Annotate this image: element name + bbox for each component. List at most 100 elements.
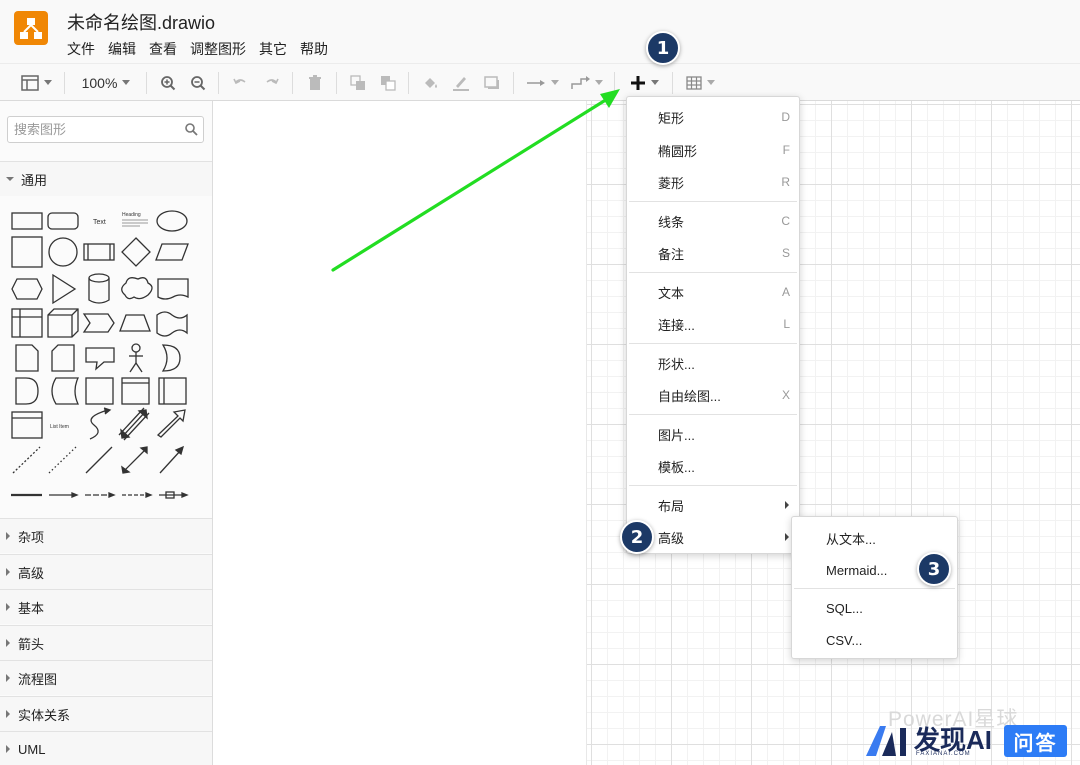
delete-button[interactable]: [305, 64, 325, 101]
canvas-page-area[interactable]: [214, 101, 586, 765]
menu-item-shapes[interactable]: 形状...: [627, 348, 799, 378]
menu-item-line[interactable]: 线条 C: [627, 206, 799, 236]
redo-button[interactable]: [262, 64, 282, 101]
step-shape[interactable]: [82, 313, 115, 333]
section-general[interactable]: 通用: [0, 161, 212, 196]
diamond-shape[interactable]: [121, 237, 151, 267]
waypoints-button[interactable]: [568, 64, 604, 101]
bidirectional-arrow-shape[interactable]: [118, 407, 150, 441]
swimlane-shape[interactable]: [158, 377, 187, 405]
search-input[interactable]: [8, 117, 178, 142]
rectangle-shape[interactable]: [11, 212, 43, 230]
section-uml[interactable]: UML: [0, 731, 212, 765]
parallelogram-shape[interactable]: [155, 243, 189, 261]
view-format-button[interactable]: [18, 64, 54, 101]
section-label: 杂项: [18, 529, 45, 545]
line-shape[interactable]: [85, 446, 113, 474]
zoom-in-button[interactable]: [158, 64, 178, 101]
labeled-arrow-shape[interactable]: [85, 492, 116, 498]
menu-item-freehand[interactable]: 自由绘图... X: [627, 380, 799, 410]
file-title[interactable]: 未命名绘图.drawio: [67, 9, 215, 35]
menu-item-ellipse[interactable]: 椭圆形 F: [627, 135, 799, 165]
line-color-button[interactable]: [451, 64, 471, 101]
curve-shape[interactable]: [89, 407, 112, 440]
fill-color-button[interactable]: [421, 64, 441, 101]
relation-arrow-shape[interactable]: [159, 491, 189, 499]
section-basic[interactable]: 基本: [0, 589, 212, 624]
to-front-button[interactable]: [348, 64, 368, 101]
menu-item-rhombus[interactable]: 菱形 R: [627, 167, 799, 197]
heading-textbox-shape[interactable]: Heading: [122, 212, 148, 227]
zoom-out-icon: [190, 75, 206, 91]
hexagon-shape[interactable]: [11, 278, 43, 300]
section-misc[interactable]: 杂项: [0, 518, 212, 553]
menu-edit[interactable]: 编辑: [108, 39, 136, 59]
menu-item-template[interactable]: 模板...: [627, 451, 799, 481]
menu-help[interactable]: 帮助: [300, 39, 328, 59]
or-shape[interactable]: [161, 344, 181, 372]
to-back-button[interactable]: [378, 64, 398, 101]
menu-item-csv[interactable]: CSV...: [792, 625, 957, 655]
internal-storage-shape[interactable]: [11, 308, 43, 338]
callout-shape[interactable]: [85, 347, 115, 371]
block-arrow-shape[interactable]: [156, 409, 186, 438]
list-shape[interactable]: [11, 411, 43, 439]
section-label: 箭头: [18, 636, 45, 652]
section-flowchart[interactable]: 流程图: [0, 660, 212, 695]
section-arrows[interactable]: 箭头: [0, 625, 212, 660]
menu-view[interactable]: 查看: [149, 39, 177, 59]
cylinder-shape[interactable]: [88, 273, 110, 304]
zoom-out-button[interactable]: [188, 64, 208, 101]
connection-icon: [526, 78, 546, 88]
section-advanced[interactable]: 高级: [0, 554, 212, 589]
document-shape[interactable]: [157, 278, 189, 300]
dashed-line-shape[interactable]: [12, 446, 41, 474]
menu-item-text[interactable]: 文本 A: [627, 277, 799, 307]
shadow-button[interactable]: [482, 64, 502, 101]
list-item-shape[interactable]: List Item: [50, 424, 69, 430]
cube-shape[interactable]: [47, 308, 79, 338]
tape-shape[interactable]: [156, 311, 188, 337]
shape-search[interactable]: [7, 116, 204, 143]
process-shape[interactable]: [83, 243, 115, 261]
directional-connector-shape[interactable]: [159, 445, 185, 474]
menu-file[interactable]: 文件: [67, 39, 95, 59]
dotted-line-shape[interactable]: [48, 446, 77, 474]
stored-data-shape[interactable]: [51, 377, 80, 405]
undo-button[interactable]: [230, 64, 250, 101]
submenu-arrow-icon: [785, 501, 789, 509]
menu-item-layout[interactable]: 布局: [627, 490, 799, 520]
menu-item-link[interactable]: 连接... L: [627, 309, 799, 339]
text-shape[interactable]: Text: [93, 219, 106, 226]
container-shape[interactable]: [121, 377, 150, 405]
menu-item-sql[interactable]: SQL...: [792, 593, 957, 623]
section-entity-relation[interactable]: 实体关系: [0, 696, 212, 731]
connection-style-button[interactable]: [524, 64, 560, 101]
cloud-shape[interactable]: [121, 277, 153, 300]
triangle-shape[interactable]: [52, 273, 77, 305]
watermark-tag: 问答: [1004, 725, 1067, 757]
rounded-rectangle-shape[interactable]: [47, 212, 79, 230]
arrow-line-shape[interactable]: [49, 492, 79, 498]
zoom-select[interactable]: 100%: [76, 64, 136, 101]
menu-item-rectangle[interactable]: 矩形 D: [627, 102, 799, 132]
actor-shape[interactable]: [129, 343, 143, 373]
search-icon[interactable]: [184, 122, 198, 141]
note-shape[interactable]: [15, 344, 39, 372]
app-header: 未命名绘图.drawio 文件 编辑 查看 调整图形 其它 帮助: [0, 0, 1080, 64]
trapezoid-shape[interactable]: [119, 314, 151, 332]
menu-arrange[interactable]: 调整图形: [190, 39, 246, 59]
bidirectional-connector-shape[interactable]: [121, 446, 148, 474]
square-shape-2[interactable]: [85, 377, 114, 405]
menu-item-from-text[interactable]: 从文本...: [792, 523, 957, 553]
square-shape[interactable]: [11, 236, 43, 268]
menu-extras[interactable]: 其它: [259, 39, 287, 59]
labeled-arrow-shape-2[interactable]: [122, 492, 153, 498]
menu-item-note[interactable]: 备注 S: [627, 238, 799, 268]
circle-shape[interactable]: [48, 237, 78, 267]
card-shape[interactable]: [51, 344, 75, 372]
line-color-icon: [452, 74, 470, 92]
ellipse-shape[interactable]: [156, 210, 188, 232]
menu-item-image[interactable]: 图片...: [627, 419, 799, 449]
delay-shape[interactable]: [15, 377, 39, 405]
